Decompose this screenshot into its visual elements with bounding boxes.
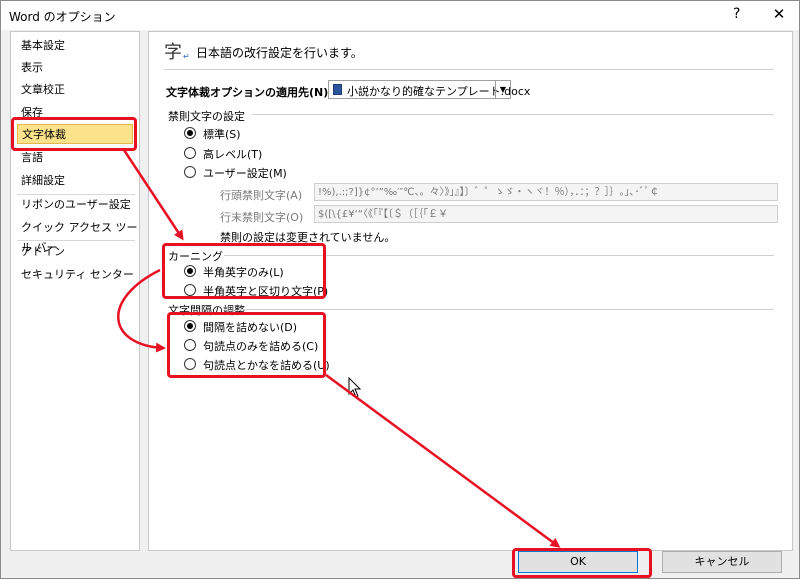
sidebar-item-quick-access-toolbar[interactable]: クイック アクセス ツール バー [21, 218, 139, 254]
sidebar-item-general[interactable]: 基本設定 [21, 36, 139, 56]
sidebar-item-proofing[interactable]: 文章校正 [21, 80, 139, 100]
annotation-box-spacing [167, 312, 326, 378]
spacing-divider [240, 309, 774, 310]
kinsoku-heading: 禁則文字の設定 [168, 110, 245, 123]
not-end-label: 行末禁則文字(O) [220, 211, 304, 224]
word-document-icon [333, 84, 342, 95]
sidebar-item-customize-ribbon[interactable]: リボンのユーザー設定 [21, 195, 139, 215]
apply-to-label: 文字体裁オプションの適用先(N): [166, 86, 333, 99]
typography-icon: 字 [164, 42, 182, 63]
sidebar-item-addins[interactable]: アドイン [21, 242, 139, 262]
options-sidebar: 基本設定 表示 文章校正 保存 文字体裁 言語 詳細設定 リボンのユーザー設定 … [10, 31, 140, 551]
window-title: Word のオプション [9, 10, 116, 24]
not-begin-label: 行頭禁則文字(A) [220, 189, 303, 202]
annotation-box-kerning [162, 243, 326, 299]
header-divider [164, 69, 774, 70]
annotation-box-typography [11, 117, 137, 151]
page-heading: 日本語の改行設定を行います。 [196, 46, 363, 60]
sidebar-item-language[interactable]: 言語 [21, 148, 139, 168]
annotation-box-ok [512, 548, 652, 578]
sidebar-divider [17, 240, 135, 241]
return-arrow-icon: ↵ [183, 52, 190, 61]
kinsoku-custom-label[interactable]: ユーザー設定(M) [203, 165, 287, 181]
not-end-field[interactable]: $([\{£¥‘“〈《「『【〔＄（［｛｢￡￥ [314, 205, 778, 223]
cancel-button[interactable]: キャンセル [662, 551, 782, 573]
close-button[interactable]: ✕ [769, 5, 789, 23]
kinsoku-standard-label[interactable]: 標準(S) [203, 126, 241, 142]
kinsoku-high-label[interactable]: 高レベル(T) [203, 146, 262, 162]
not-begin-field[interactable]: !%),.:;?]}¢°’”‰′″℃、。々〉》」』】〕゛゜ゝゞ・ヽヾ！％），．：… [314, 183, 778, 201]
sidebar-item-display[interactable]: 表示 [21, 58, 139, 78]
sidebar-item-trust-center[interactable]: セキュリティ センター [21, 265, 139, 285]
apply-to-dropdown[interactable]: 小説かなり的確なテンプレート.docx ▼ [328, 80, 530, 99]
sidebar-item-advanced[interactable]: 詳細設定 [21, 171, 139, 191]
kinsoku-high-radio[interactable] [184, 147, 196, 159]
title-bar: Word のオプション ? ✕ [1, 1, 799, 30]
kinsoku-custom-radio[interactable] [184, 166, 196, 178]
kinsoku-divider [252, 114, 774, 115]
kinsoku-standard-radio[interactable] [184, 127, 196, 139]
help-button[interactable]: ? [733, 6, 740, 22]
chevron-down-icon[interactable]: ▼ [495, 81, 510, 98]
